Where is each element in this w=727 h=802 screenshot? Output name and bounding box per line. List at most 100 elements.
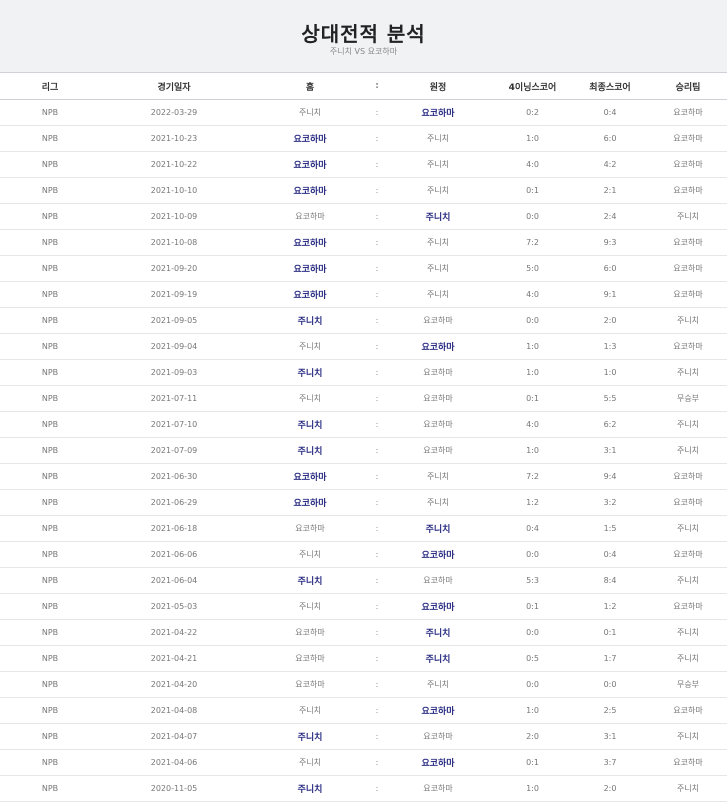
final-score-cell: 1:7 (571, 645, 649, 672)
separator-cell: : (372, 385, 382, 412)
away-team-cell: 주니치 (382, 619, 494, 646)
winner-cell: 주니치 (649, 515, 727, 542)
league-cell: NPB (0, 697, 100, 724)
league-cell: NPB (0, 177, 100, 204)
date-cell: 2021-10-10 (100, 177, 248, 204)
away-team-cell: 주니치 (382, 463, 494, 490)
table-row: NPB 2021-07-11 주니치: 요코하마 0:1 5:5 무승부 (0, 385, 727, 412)
away-team-cell: 요코하마 (382, 723, 494, 750)
date-cell: 2021-07-11 (100, 385, 248, 412)
table-body: NPB 2022-03-29 주니치: 요코하마 0:2 0:4 요코하마 NPB 2021-1… (0, 99, 727, 802)
winner-cell: 요코하마 (649, 99, 727, 126)
away-team-cell: 요코하마 (382, 541, 494, 568)
date-cell: 2021-04-21 (100, 645, 248, 672)
away-team-cell: 주니치 (382, 125, 494, 152)
inning-4-score-cell: 0:1 (494, 385, 571, 412)
page-subtitle: 주니치 VS 요코하마 (329, 47, 398, 56)
table-row: NPB 2021-06-18 요코하마: 주니치 0:4 1:5 주니치 (0, 515, 727, 542)
league-cell: NPB (0, 723, 100, 750)
home-team-cell: 요코하마 (248, 177, 372, 204)
date-cell: 2021-04-08 (100, 697, 248, 724)
home-team-cell: 주니치 (248, 359, 372, 386)
final-score-cell: 3:7 (571, 749, 649, 776)
date-cell: 2022-03-29 (100, 99, 248, 126)
column-header-winner: 승리팀 (649, 72, 727, 100)
date-cell: 2021-07-09 (100, 437, 248, 464)
table-row: NPB 2021-04-08 주니치: 요코하마 1:0 2:5 요코하마 (0, 697, 727, 724)
league-cell: NPB (0, 671, 100, 698)
winner-cell: 주니치 (649, 203, 727, 230)
winner-cell: 주니치 (649, 567, 727, 594)
date-cell: 2021-04-20 (100, 671, 248, 698)
final-score-cell: 6:2 (571, 411, 649, 438)
final-score-cell: 3:2 (571, 489, 649, 516)
league-cell: NPB (0, 229, 100, 256)
away-team-cell: 요코하마 (382, 333, 494, 360)
separator-cell: : (372, 489, 382, 516)
away-team-cell: 요코하마 (382, 411, 494, 438)
home-team-cell: 요코하마 (248, 489, 372, 516)
date-cell: 2021-09-20 (100, 255, 248, 282)
league-cell: NPB (0, 385, 100, 412)
date-cell: 2021-06-06 (100, 541, 248, 568)
inning-4-score-cell: 0:0 (494, 541, 571, 568)
league-cell: NPB (0, 255, 100, 282)
home-team-cell: 요코하마 (248, 203, 372, 230)
inning-4-score-cell: 0:0 (494, 203, 571, 230)
final-score-cell: 1:5 (571, 515, 649, 542)
league-cell: NPB (0, 619, 100, 646)
winner-cell: 주니치 (649, 619, 727, 646)
inning-4-score-cell: 0:0 (494, 307, 571, 334)
table-row: NPB 2021-10-08 요코하마: 주니치 7:2 9:3 요코하마 (0, 229, 727, 256)
separator-cell: : (372, 437, 382, 464)
final-score-cell: 0:4 (571, 99, 649, 126)
table-row: NPB 2021-10-10 요코하마: 주니치 0:1 2:1 요코하마 (0, 177, 727, 204)
date-cell: 2021-06-29 (100, 489, 248, 516)
separator-cell: : (372, 307, 382, 334)
date-cell: 2021-09-19 (100, 281, 248, 308)
table-row: NPB 2021-09-04 주니치: 요코하마 1:0 1:3 요코하마 (0, 333, 727, 360)
final-score-cell: 4:2 (571, 151, 649, 178)
league-cell: NPB (0, 567, 100, 594)
table-row: NPB 2021-10-22 요코하마: 주니치 4:0 4:2 요코하마 (0, 151, 727, 178)
home-team-cell: 주니치 (248, 385, 372, 412)
final-score-cell: 0:1 (571, 619, 649, 646)
separator-cell: : (372, 177, 382, 204)
final-score-cell: 2:1 (571, 177, 649, 204)
home-team-cell: 주니치 (248, 307, 372, 334)
inning-4-score-cell: 0:1 (494, 177, 571, 204)
column-header-final-score: 최종스코어 (571, 72, 649, 100)
final-score-cell: 5:5 (571, 385, 649, 412)
final-score-cell: 0:0 (571, 671, 649, 698)
away-team-cell: 요코하마 (382, 359, 494, 386)
winner-cell: 요코하마 (649, 229, 727, 256)
inning-4-score-cell: 1:0 (494, 125, 571, 152)
separator-cell: : (372, 151, 382, 178)
home-team-cell: 주니치 (248, 333, 372, 360)
away-team-cell: 주니치 (382, 645, 494, 672)
separator-cell: : (372, 541, 382, 568)
table-row: NPB 2021-07-10 주니치: 요코하마 4:0 6:2 주니치 (0, 411, 727, 438)
winner-cell: 주니치 (649, 645, 727, 672)
home-team-cell: 요코하마 (248, 255, 372, 282)
separator-cell: : (372, 125, 382, 152)
date-cell: 2021-04-07 (100, 723, 248, 750)
separator-cell: : (372, 255, 382, 282)
separator-cell: : (372, 229, 382, 256)
away-team-cell: 요코하마 (382, 307, 494, 334)
column-header-4-inning-score: 4이닝스코어 (494, 72, 571, 100)
winner-cell: 요코하마 (649, 125, 727, 152)
league-cell: NPB (0, 125, 100, 152)
table-row: NPB 2021-09-03 주니치: 요코하마 1:0 1:0 주니치 (0, 359, 727, 386)
inning-4-score-cell: 0:5 (494, 645, 571, 672)
league-cell: NPB (0, 151, 100, 178)
inning-4-score-cell: 4:0 (494, 151, 571, 178)
table-header-row: 리그 경기일자 홈 : 원정 4이닝스코어 최종스코어 승리팀 (0, 72, 727, 100)
league-cell: NPB (0, 437, 100, 464)
away-team-cell: 요코하마 (382, 749, 494, 776)
inning-4-score-cell: 0:4 (494, 515, 571, 542)
away-team-cell: 주니치 (382, 671, 494, 698)
final-score-cell: 2:0 (571, 307, 649, 334)
table-row: NPB 2021-06-29 요코하마: 주니치 1:2 3:2 요코하마 (0, 489, 727, 516)
inning-4-score-cell: 2:0 (494, 723, 571, 750)
